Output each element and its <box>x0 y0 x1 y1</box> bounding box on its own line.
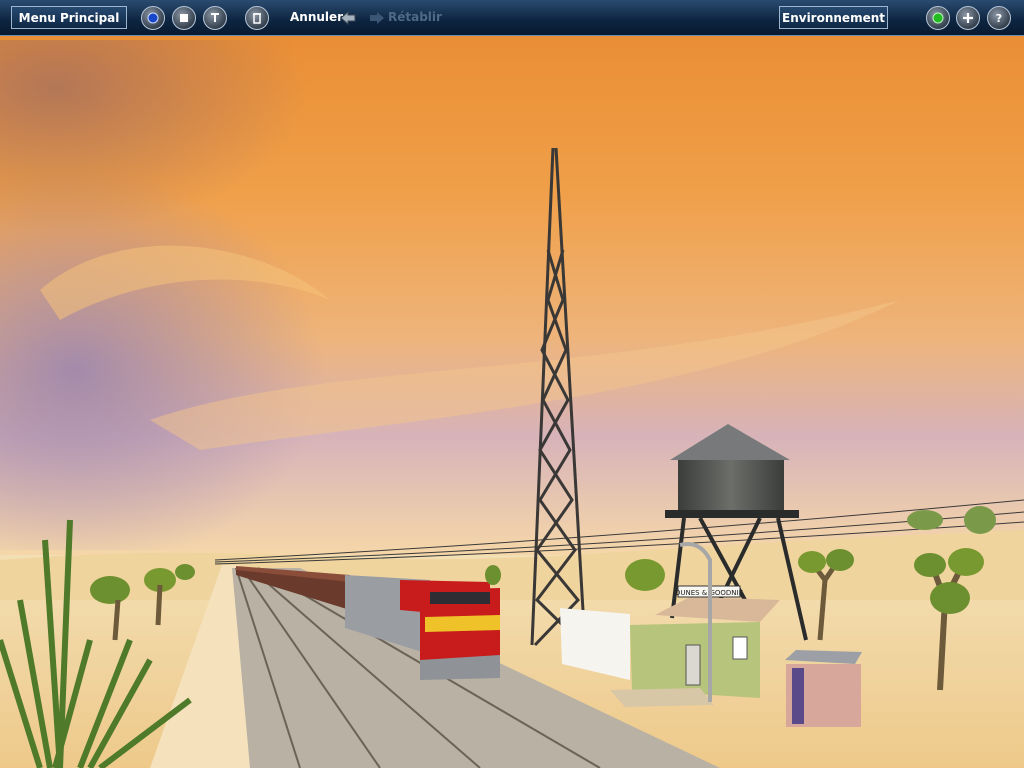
main-menu-button[interactable]: Menu Principal <box>11 6 127 29</box>
trash-icon[interactable] <box>245 6 269 30</box>
help-icon[interactable]: ? <box>987 6 1011 30</box>
status-light-icon[interactable] <box>926 6 950 30</box>
undo-button[interactable]: Annuler <box>290 10 343 24</box>
arrow-right-icon[interactable] <box>368 9 386 27</box>
redo-button[interactable]: Rétablir <box>388 10 442 24</box>
game-viewport[interactable]: DUNES & GOODNIE <box>0 0 1024 768</box>
add-icon[interactable] <box>956 6 980 30</box>
environment-button[interactable]: Environnement <box>779 6 888 29</box>
cloud-dark <box>0 40 560 360</box>
arrow-left-icon[interactable] <box>339 9 357 27</box>
wrench-icon[interactable] <box>203 6 227 30</box>
station-platform <box>610 688 714 707</box>
toolbar: Menu Principal Annuler Rétablir Environn… <box>0 0 1024 36</box>
globe-icon[interactable] <box>141 6 165 30</box>
outhouse-door <box>792 668 804 724</box>
station-window <box>732 636 748 660</box>
svg-text:?: ? <box>996 12 1002 25</box>
station-door <box>685 644 701 686</box>
stop-icon[interactable] <box>172 6 196 30</box>
